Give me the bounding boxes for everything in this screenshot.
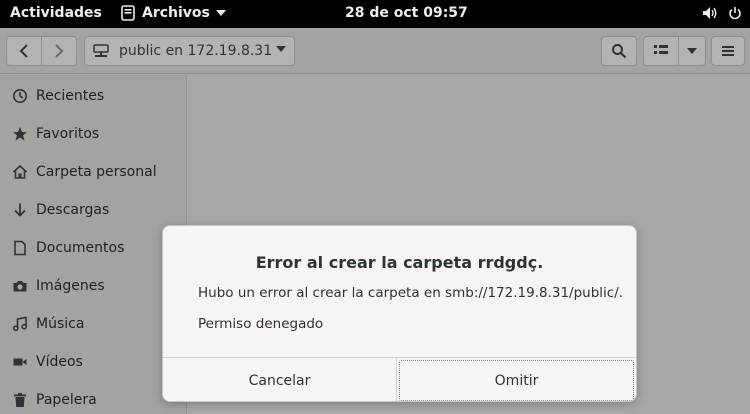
chevron-right-icon [55,44,64,58]
back-button[interactable] [6,36,42,66]
download-icon [14,203,26,217]
dialog-title: Error al crear la carpeta rrdgdç. [255,253,544,272]
sidebar-item-label: Favoritos [36,126,100,142]
camera-icon [13,281,27,292]
dialog-message: Hubo un error al crear la carpeta en smb… [198,285,624,301]
system-menu[interactable] [702,6,742,20]
sidebar-item-label: Vídeos [36,354,83,370]
sidebar-item-musica[interactable]: Música [0,305,186,343]
clock[interactable]: 28 de oct 09:57 [345,5,468,21]
search-button[interactable] [601,36,637,66]
star-icon [13,127,27,141]
cancel-button[interactable]: Cancelar [163,358,397,401]
sidebar-item-label: Carpeta personal [36,164,157,180]
location-bar[interactable]: public en 172.19.8.31 [84,36,295,66]
clock-icon [13,89,27,103]
chevron-down-icon [276,46,286,52]
search-icon [612,44,627,59]
chevron-left-icon [19,44,28,58]
chevron-down-icon [215,10,226,16]
activities-button[interactable]: Actividades [10,5,102,21]
files-app-icon [121,5,135,21]
sidebar-item-label: Imágenes [36,278,105,294]
volume-icon [703,7,717,19]
sidebar-item-label: Descargas [36,202,110,218]
sidebar-item-carpeta-personal[interactable]: Carpeta personal [0,153,186,191]
list-view-icon [654,45,668,54]
sidebar-item-recientes[interactable]: Recientes [0,77,186,115]
sidebar-item-imagenes[interactable]: Imágenes [0,267,186,305]
power-icon [729,7,741,20]
hamburger-icon [722,46,734,56]
sidebar-item-label: Recientes [36,88,105,104]
app-menu[interactable]: Archivos [120,5,226,21]
error-dialog: Error al crear la carpeta rrdgdç. Hubo u… [162,225,637,402]
sidebar-item-label: Música [36,316,85,332]
network-share-icon [93,44,109,57]
chevron-down-icon [687,48,697,54]
sidebar-item-documentos[interactable]: Documentos [0,229,186,267]
sidebar: Recientes Favoritos Carpeta personal Des… [0,75,187,414]
sidebar-item-label: Documentos [36,240,125,256]
home-icon [12,164,28,179]
skip-button[interactable]: Omitir [399,360,634,401]
document-icon [14,240,26,256]
forward-button[interactable] [41,36,77,66]
trash-icon [14,393,26,407]
header-bar: public en 172.19.8.31 [0,28,750,74]
main-menu-button[interactable] [711,36,745,66]
dialog-actions: Cancelar Omitir [163,357,636,401]
music-icon [12,316,28,332]
video-icon [13,358,27,366]
sidebar-item-descargas[interactable]: Descargas [0,191,186,229]
sidebar-item-favoritos[interactable]: Favoritos [0,115,186,153]
view-mode-button[interactable] [643,36,679,66]
view-options-button[interactable] [678,36,706,66]
dialog-secondary-message: Permiso denegado [198,316,324,332]
sidebar-item-papelera[interactable]: Papelera [0,381,186,414]
sidebar-item-videos[interactable]: Vídeos [0,343,186,381]
top-bar: Actividades Archivos 28 de oct 09:57 [0,0,750,28]
location-label: public en 172.19.8.31 [119,43,273,59]
app-menu-label: Archivos [142,5,210,21]
sidebar-item-label: Papelera [36,392,97,408]
